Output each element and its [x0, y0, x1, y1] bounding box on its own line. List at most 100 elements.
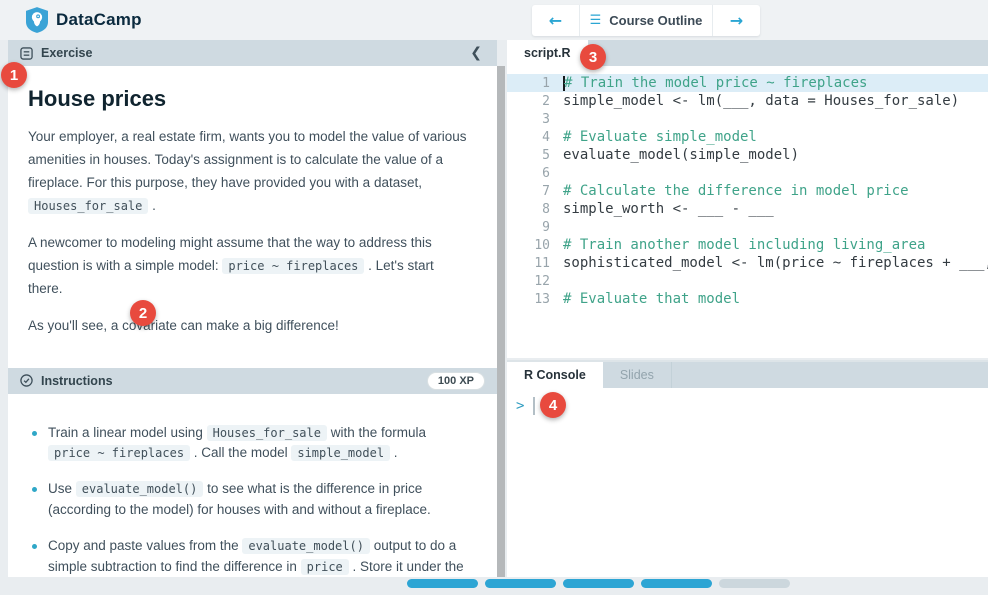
- annotation-badge-1: 1: [1, 62, 27, 88]
- instructions-list: Train a linear model using Houses_for_sa…: [8, 400, 497, 578]
- code-line[interactable]: 12: [507, 272, 988, 290]
- progress-segment: [485, 579, 556, 588]
- datacamp-campus-app: DataCamp ← ☰ Course Outline → Exercise ❮: [0, 0, 988, 595]
- exercise-icon: [20, 47, 33, 60]
- exercise-panel: Exercise ❮ House prices Your employer, a…: [8, 40, 497, 577]
- console-pane: R Console Slides >: [507, 360, 988, 579]
- inline-code: evaluate_model(): [242, 538, 370, 554]
- xp-badge: 100 XP: [427, 372, 485, 390]
- code-line[interactable]: 6: [507, 164, 988, 182]
- line-number: 10: [507, 238, 563, 253]
- code-text: sophisticated_model <- lm(price ~ firepl…: [563, 255, 988, 271]
- console-prompt: >: [516, 398, 524, 414]
- brand-name: DataCamp: [56, 10, 142, 30]
- instruction-item: Copy and paste values from the evaluate_…: [30, 536, 473, 577]
- tab-script-r[interactable]: script.R: [507, 40, 588, 66]
- instruction-item: Train a linear model using Houses_for_sa…: [30, 423, 473, 465]
- slides-tab-label: Slides: [620, 368, 654, 382]
- exercise-progress-strip: [0, 577, 988, 595]
- editor-cursor: [563, 76, 565, 91]
- code-line[interactable]: 1# Train the model price ~ fireplaces: [507, 74, 988, 92]
- code-text: # Train the model price ~ fireplaces: [563, 75, 867, 91]
- inline-code: Houses_for_sale: [207, 425, 327, 441]
- course-outline-label: Course Outline: [609, 13, 702, 28]
- annotation-badge-3: 3: [580, 44, 606, 70]
- progress-segment: [407, 579, 478, 588]
- code-text: # Evaluate simple_model: [563, 129, 757, 145]
- code-text: simple_worth <- ___ - ___: [563, 201, 774, 217]
- hamburger-icon: ☰: [590, 14, 602, 27]
- code-line[interactable]: 8simple_worth <- ___ - ___: [507, 200, 988, 218]
- datacamp-logo-icon: [26, 7, 48, 33]
- editor-tabbar: script.R: [507, 40, 988, 66]
- line-number: 4: [507, 130, 563, 145]
- console-cursor: [533, 397, 535, 415]
- previous-exercise-button[interactable]: ←: [532, 5, 579, 36]
- line-number: 3: [507, 112, 563, 127]
- line-number: 5: [507, 148, 563, 163]
- line-number: 1: [507, 76, 563, 91]
- progress-segment: [563, 579, 634, 588]
- exercise-header-label: Exercise: [41, 46, 92, 60]
- next-exercise-button[interactable]: →: [713, 5, 760, 36]
- exercise-paragraphs: Your employer, a real estate firm, wants…: [28, 126, 471, 338]
- console-input-area[interactable]: >: [507, 388, 988, 415]
- instruction-item: Use evaluate_model() to see what is the …: [30, 479, 473, 521]
- code-line[interactable]: 13# Evaluate that model: [507, 290, 988, 308]
- code-line[interactable]: 5evaluate_model(simple_model): [507, 146, 988, 164]
- exercise-body: House prices Your employer, a real estat…: [8, 86, 497, 368]
- code-line[interactable]: 4# Evaluate simple_model: [507, 128, 988, 146]
- code-line[interactable]: 9: [507, 218, 988, 236]
- script-editor-pane: script.R 1# Train the model price ~ fire…: [507, 40, 988, 358]
- collapse-panel-chevron-icon[interactable]: ❮: [467, 45, 485, 61]
- course-outline-nav: ← ☰ Course Outline →: [532, 5, 760, 36]
- left-panel-scrollbar[interactable]: [497, 66, 505, 577]
- console-tabbar: R Console Slides: [507, 362, 988, 388]
- progress-bar: [407, 579, 790, 588]
- code-line[interactable]: 10# Train another model including living…: [507, 236, 988, 254]
- check-circle-icon: [20, 374, 33, 387]
- annotation-badge-2: 2: [130, 300, 156, 326]
- exercise-header: Exercise ❮: [8, 40, 497, 66]
- exercise-paragraph: As you'll see, a covariate can make a bi…: [28, 315, 471, 338]
- code-text: # Evaluate that model: [563, 291, 740, 307]
- line-number: 9: [507, 220, 563, 235]
- inline-code: simple_model: [291, 445, 390, 461]
- inline-code: price: [301, 559, 349, 575]
- exercise-paragraph: Your employer, a real estate firm, wants…: [28, 126, 471, 218]
- r-console-tab-label: R Console: [524, 368, 586, 382]
- datacamp-brand[interactable]: DataCamp: [26, 7, 142, 33]
- exercise-title: House prices: [28, 86, 471, 112]
- inline-code: Houses_for_sale: [28, 198, 148, 214]
- instructions-header: Instructions 100 XP: [8, 368, 497, 394]
- inline-code: price ~ fireplaces: [222, 258, 364, 274]
- code-line[interactable]: 3: [507, 110, 988, 128]
- course-outline-button[interactable]: ☰ Course Outline: [579, 5, 713, 36]
- line-number: 2: [507, 94, 563, 109]
- line-number: 13: [507, 292, 563, 307]
- code-text: evaluate_model(simple_model): [563, 147, 799, 163]
- code-text: # Train another model including living_a…: [563, 237, 925, 253]
- progress-segment: [641, 579, 712, 588]
- progress-segment: [719, 579, 790, 588]
- line-number: 11: [507, 256, 563, 271]
- code-text: simple_model <- lm(___, data = Houses_fo…: [563, 93, 959, 109]
- line-number: 8: [507, 202, 563, 217]
- instructions-header-label: Instructions: [41, 374, 113, 388]
- tab-r-console[interactable]: R Console: [507, 362, 603, 388]
- line-number: 12: [507, 274, 563, 289]
- code-text: # Calculate the difference in model pric…: [563, 183, 909, 199]
- inline-code: price ~ fireplaces: [48, 445, 190, 461]
- code-area[interactable]: 1# Train the model price ~ fireplaces2si…: [507, 66, 988, 308]
- code-line[interactable]: 2simple_model <- lm(___, data = Houses_f…: [507, 92, 988, 110]
- inline-code: evaluate_model(): [76, 481, 204, 497]
- script-tab-label: script.R: [524, 46, 571, 60]
- exercise-paragraph: A newcomer to modeling might assume that…: [28, 232, 471, 301]
- tab-slides[interactable]: Slides: [603, 362, 672, 388]
- annotation-badge-4: 4: [540, 392, 566, 418]
- topbar: DataCamp ← ☰ Course Outline →: [0, 0, 988, 40]
- code-line[interactable]: 11sophisticated_model <- lm(price ~ fire…: [507, 254, 988, 272]
- line-number: 7: [507, 184, 563, 199]
- line-number: 6: [507, 166, 563, 181]
- code-line[interactable]: 7# Calculate the difference in model pri…: [507, 182, 988, 200]
